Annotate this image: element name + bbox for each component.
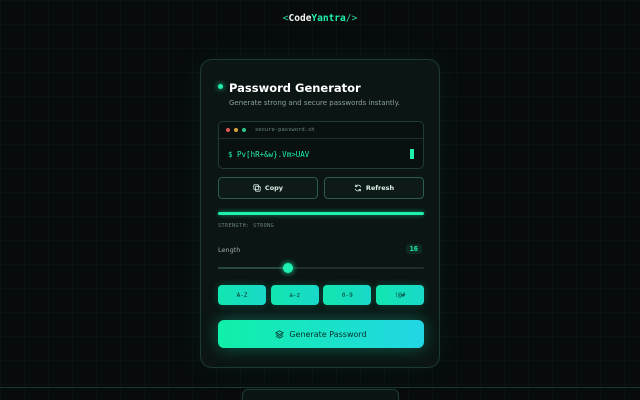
generated-password: Pv[hR+&w}.Vm>UAV xyxy=(237,150,310,159)
card-title: Password Generator xyxy=(229,81,361,95)
charset-lowercase-toggle[interactable]: a-z xyxy=(270,285,319,305)
length-slider-fill xyxy=(218,267,289,269)
copy-icon xyxy=(253,184,261,192)
refresh-button-label: Refresh xyxy=(365,184,395,192)
refresh-icon xyxy=(354,184,361,192)
footer-panel xyxy=(242,389,399,400)
brand-logo: <CodeYantra/> xyxy=(0,13,640,24)
generate-password-label: Generate Password xyxy=(289,329,367,339)
strength-meter-fill xyxy=(218,212,424,215)
password-generator-card: Password Generator Generate strong and s… xyxy=(200,59,440,368)
terminal-line: $ Pv[hR+&w}.Vm>UAV xyxy=(228,150,309,159)
terminal-prompt: $ xyxy=(228,150,233,159)
window-dot-green-icon xyxy=(242,128,246,132)
length-label: Length xyxy=(218,246,241,254)
length-slider-track[interactable] xyxy=(218,267,424,269)
charset-toggles: A-Z a-z 0-9 !@# xyxy=(218,285,424,305)
generate-password-button[interactable]: Generate Password xyxy=(218,320,424,348)
logo-yantra: Yantra xyxy=(311,13,346,24)
refresh-button[interactable]: Refresh xyxy=(324,177,424,199)
charset-uppercase-toggle[interactable]: A-Z xyxy=(218,285,266,305)
password-output[interactable]: secure-password.sh $ Pv[hR+&w}.Vm>UAV xyxy=(218,121,424,169)
terminal-filename: secure-password.sh xyxy=(255,127,315,133)
copy-button[interactable]: Copy xyxy=(218,177,318,199)
length-slider-thumb[interactable] xyxy=(283,263,294,273)
copy-button-label: Copy xyxy=(264,184,284,192)
window-dot-red-icon xyxy=(226,128,230,132)
charset-symbols-toggle[interactable]: !@# xyxy=(375,285,424,305)
terminal-header: secure-password.sh xyxy=(219,122,423,139)
strength-label: STRENGTH: STRONG xyxy=(218,223,275,229)
strength-meter xyxy=(218,212,424,215)
footer-divider xyxy=(0,387,640,388)
logo-code: Code xyxy=(288,13,312,24)
card-subtitle: Generate strong and secure passwords ins… xyxy=(229,99,400,107)
status-dot-icon xyxy=(218,83,223,89)
terminal-cursor xyxy=(410,149,414,159)
logo-close-bracket: /> xyxy=(345,13,358,24)
card-header: Password Generator xyxy=(218,81,361,95)
length-value-badge: 16 xyxy=(405,244,422,254)
window-dot-yellow-icon xyxy=(234,128,238,132)
charset-numbers-toggle[interactable]: 0-9 xyxy=(323,285,372,305)
layers-icon xyxy=(275,329,285,339)
